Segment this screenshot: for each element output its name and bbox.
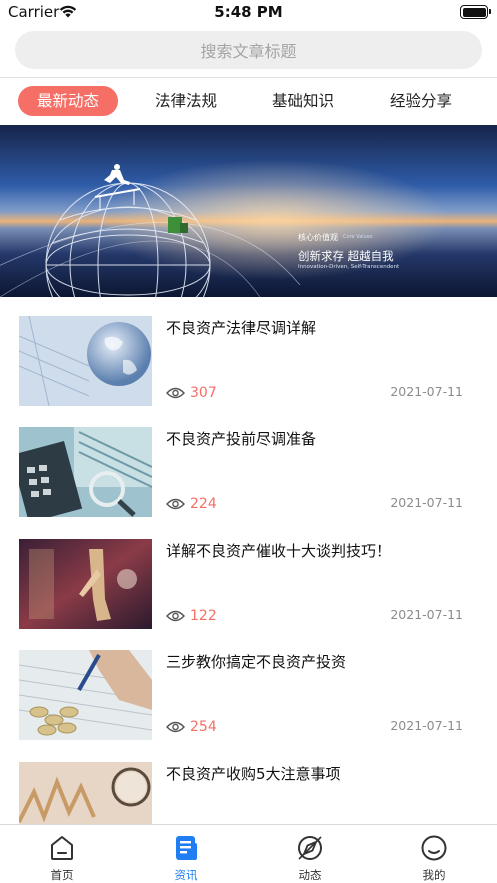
tabbar-item-news[interactable]: 资讯	[124, 825, 248, 883]
tabbar-label: 资讯	[174, 868, 198, 882]
tabbar-label: 我的	[422, 868, 446, 882]
tabbar-item-mine[interactable]: 我的	[372, 825, 496, 883]
article-title: 不良资产法律尽调详解	[166, 319, 317, 337]
list-item[interactable]: 详解不良资产催收十大谈判技巧！ 122 2021-07-11	[0, 520, 497, 632]
tabbar-label: 动态	[298, 868, 322, 882]
list-item[interactable]: 不良资产法律尽调详解 307 2021-07-11	[0, 297, 497, 409]
article-thumbnail	[19, 427, 152, 517]
article-title: 三步教你搞定不良资产投资	[166, 653, 347, 671]
banner-subtitle: Innovation-Driven, Self-Transcendent	[298, 264, 400, 270]
eye-icon	[166, 498, 185, 510]
list-item[interactable]: 三步教你搞定不良资产投资 254 2021-07-11	[0, 631, 497, 743]
tab-basics[interactable]: 基础知识	[253, 86, 353, 116]
banner-title: 核心价值观	[298, 233, 338, 242]
view-count: 307	[190, 385, 217, 401]
article-date: 2021-07-11	[390, 384, 463, 399]
article-thumbnail	[19, 539, 152, 629]
smile-icon	[421, 835, 447, 861]
eye-icon	[166, 610, 185, 622]
category-tabs: 最新动态 法律法规 基础知识 经验分享	[0, 84, 497, 118]
tabbar-item-home[interactable]: 首页	[0, 825, 124, 883]
article-title: 不良资产投前尽调准备	[166, 430, 317, 448]
news-icon	[176, 836, 197, 860]
status-time: 5:48 PM	[214, 3, 283, 21]
header-divider	[0, 77, 497, 78]
tabbar-item-activity[interactable]: 动态	[248, 825, 372, 883]
view-count: 122	[190, 608, 217, 624]
home-icon	[51, 836, 73, 860]
banner[interactable]: 核心价值观 Core Values 创新求存 超越自我 Innovation-D…	[0, 125, 497, 297]
view-count: 224	[190, 496, 217, 512]
tab-laws[interactable]: 法律法规	[136, 86, 236, 116]
list-item[interactable]: 不良资产投前尽调准备 224 2021-07-11	[0, 408, 497, 520]
article-title: 详解不良资产催收十大谈判技巧！	[166, 542, 392, 560]
article-date: 2021-07-11	[390, 718, 463, 733]
status-bar: Carrier 5:48 PM	[0, 0, 497, 26]
tab-experience[interactable]: 经验分享	[371, 86, 471, 116]
compass-icon	[298, 836, 322, 860]
article-thumbnail	[19, 650, 152, 740]
search-placeholder: 搜索文章标题	[200, 42, 297, 61]
article-thumbnail	[19, 316, 152, 406]
banner-title-en: Core Values	[343, 234, 373, 240]
banner-slogan: 创新求存 超越自我	[298, 249, 394, 263]
eye-icon	[166, 721, 185, 733]
view-count: 254	[190, 719, 217, 735]
tabbar-label: 首页	[50, 868, 74, 882]
article-list: 不良资产法律尽调详解 307 2021-07-11 不良资产投前尽调准备 224…	[0, 297, 497, 824]
article-thumbnail	[19, 762, 152, 824]
banner-image	[0, 125, 497, 297]
article-date: 2021-07-11	[390, 607, 463, 622]
list-item[interactable]: 不良资产收购5大注意事项	[0, 743, 497, 824]
article-title: 不良资产收购5大注意事项	[166, 765, 341, 783]
tab-latest[interactable]: 最新动态	[18, 86, 118, 116]
search-input[interactable]: 搜索文章标题	[15, 31, 482, 69]
bottom-tab-bar: 首页 资讯 动态 我的	[0, 824, 497, 883]
eye-icon	[166, 387, 185, 399]
article-date: 2021-07-11	[390, 495, 463, 510]
battery-icon	[460, 5, 491, 19]
